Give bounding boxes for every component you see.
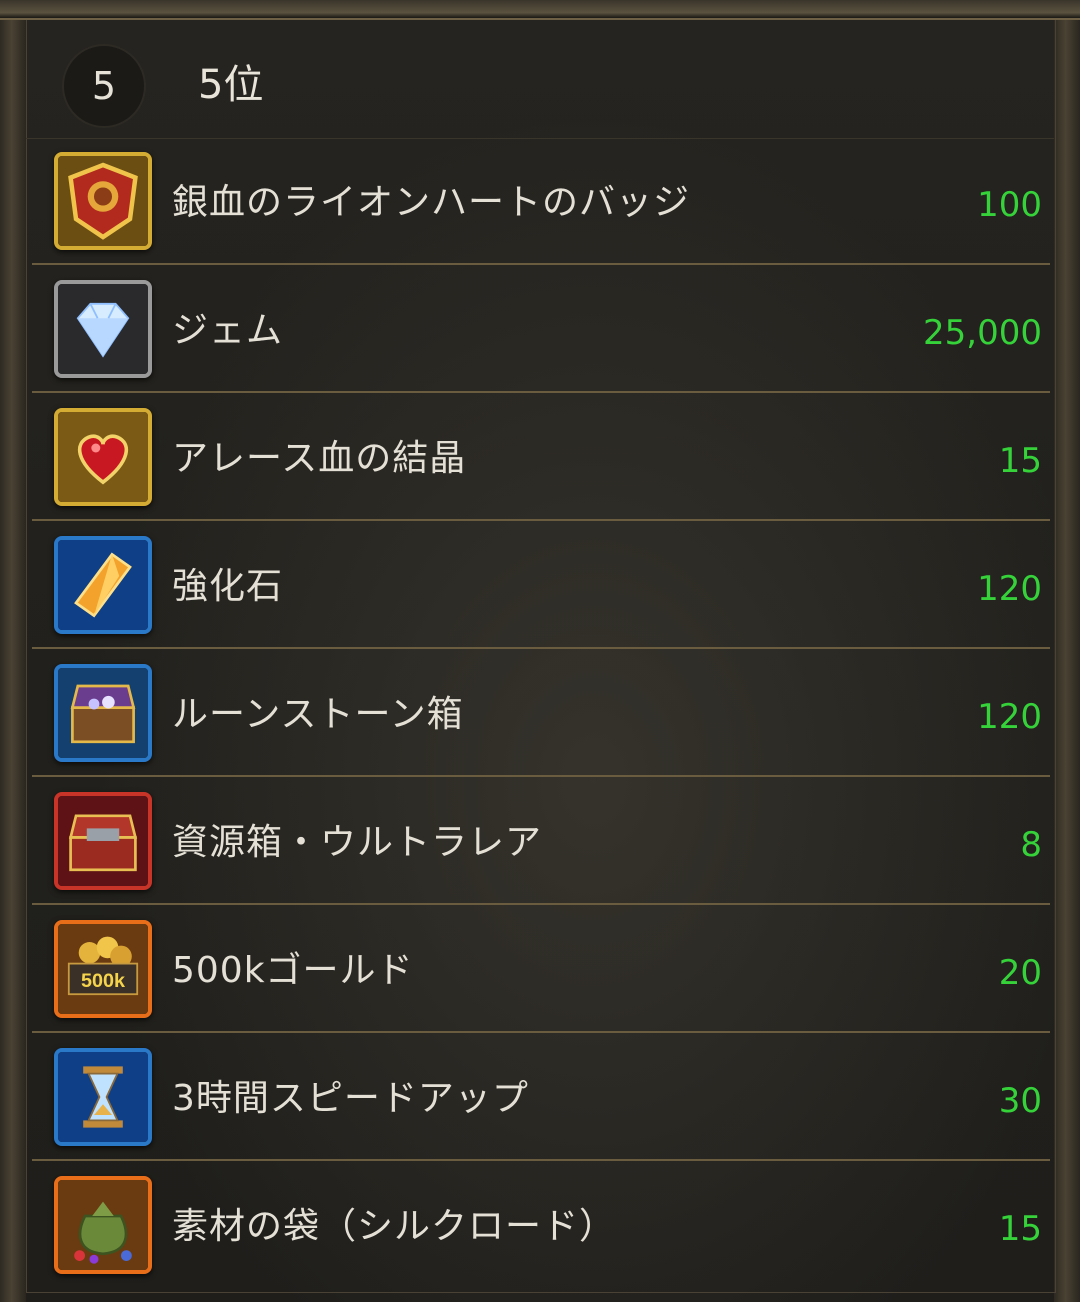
material-bag-icon — [54, 1176, 152, 1274]
reward-name: アレース血の結晶 — [172, 438, 467, 479]
reward-row: 銀血のライオンハートのバッジ 100 — [32, 135, 1050, 265]
reward-row: アレース血の結晶 15 — [32, 391, 1050, 521]
top-frame-bar — [0, 0, 1080, 20]
reward-quantity: 120 — [977, 697, 1042, 737]
reward-row: 強化石 120 — [32, 519, 1050, 649]
reward-name: 資源箱・ウルトラレア — [172, 822, 543, 863]
reward-row: 500k 500kゴールド 20 — [32, 903, 1050, 1033]
hourglass-icon — [54, 1048, 152, 1146]
gem-icon — [54, 280, 152, 378]
reward-row: ジェム 25,000 — [32, 263, 1050, 393]
left-frame-rail — [0, 0, 26, 1302]
reward-quantity: 20 — [998, 953, 1042, 993]
enhancement-stone-icon — [54, 536, 152, 634]
right-frame-rail — [1054, 0, 1080, 1302]
lion-badge-icon — [54, 152, 152, 250]
reward-quantity: 25,000 — [923, 313, 1042, 353]
reward-row: ルーンストーン箱 120 — [32, 647, 1050, 777]
runestone-chest-icon — [54, 664, 152, 762]
reward-quantity: 30 — [998, 1081, 1042, 1121]
reward-name: ルーンストーン箱 — [172, 694, 464, 735]
reward-quantity: 15 — [998, 1209, 1042, 1249]
gold-amount-label: 500k — [81, 970, 126, 992]
reward-quantity: 8 — [1020, 825, 1042, 865]
reward-row: 3時間スピードアップ 30 — [32, 1031, 1050, 1161]
reward-quantity: 120 — [977, 569, 1042, 609]
resource-chest-icon — [54, 792, 152, 890]
reward-name: 500kゴールド — [172, 950, 414, 991]
reward-name: 強化石 — [172, 566, 284, 607]
reward-name: ジェム — [172, 310, 284, 351]
reward-row: 素材の袋（シルクロード） 15 — [32, 1159, 1050, 1287]
reward-row: 資源箱・ウルトラレア 8 — [32, 775, 1050, 905]
reward-name: 素材の袋（シルクロード） — [172, 1206, 617, 1247]
rank-title: 5位 — [198, 62, 264, 108]
gold-500k-icon: 500k — [54, 920, 152, 1018]
rank-badge: 5 — [62, 44, 146, 128]
reward-name: 銀血のライオンハートのバッジ — [172, 182, 691, 223]
rank-header: 5 5位 — [26, 22, 1054, 139]
reward-name: 3時間スピードアップ — [172, 1078, 529, 1119]
reward-quantity: 100 — [977, 185, 1042, 225]
blood-crystal-icon — [54, 408, 152, 506]
reward-quantity: 15 — [998, 441, 1042, 481]
